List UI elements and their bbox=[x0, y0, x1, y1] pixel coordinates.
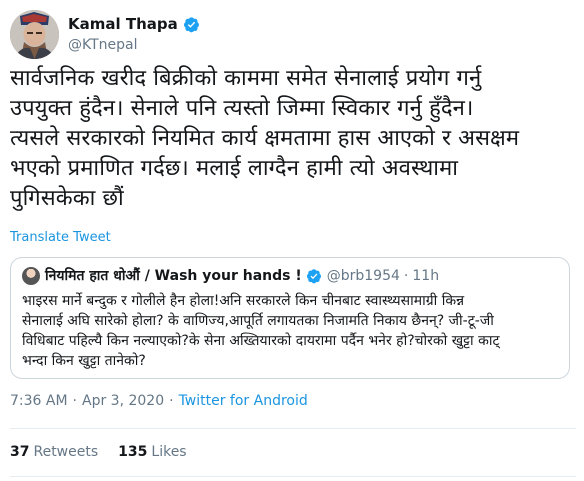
likes-label: Likes bbox=[151, 444, 187, 460]
quoted-author-avatar bbox=[22, 267, 40, 285]
tweet-detail: Kamal Thapa @KTnepal सार्वजनिक खरीद बिक्… bbox=[0, 0, 584, 481]
quoted-author-name: नियमित हात धोऔं / Wash your hands ! bbox=[45, 268, 302, 284]
quoted-author-handle: @brb1954 bbox=[326, 267, 400, 284]
verified-badge-icon bbox=[306, 268, 321, 283]
translate-tweet-link[interactable]: Translate Tweet bbox=[10, 230, 111, 245]
display-name-row: Kamal Thapa bbox=[68, 14, 200, 34]
tweet-time[interactable]: 7:36 AM bbox=[10, 393, 68, 409]
quoted-tweet-header: नियमित हात धोऔं / Wash your hands ! @brb… bbox=[45, 266, 439, 285]
tweet-date[interactable]: Apr 3, 2020 bbox=[82, 393, 164, 409]
author-handle[interactable]: @KTnepal bbox=[68, 37, 200, 53]
tweet-text: सार्वजनिक खरीद बिक्रीको काममा समेत सेनाल… bbox=[10, 66, 520, 211]
divider bbox=[10, 476, 576, 477]
retweets-label: Retweets bbox=[33, 444, 99, 460]
retweets-stat[interactable]: 37 Retweets bbox=[10, 444, 98, 460]
tweet-meta: 7:36 AM · Apr 3, 2020 · Twitter for Andr… bbox=[10, 393, 308, 409]
quoted-tweet[interactable]: नियमित हात धोऔं / Wash your hands ! @brb… bbox=[10, 257, 570, 379]
retweets-count: 37 bbox=[10, 444, 30, 460]
meta-separator: · bbox=[169, 393, 174, 409]
likes-stat[interactable]: 135 Likes bbox=[118, 444, 186, 460]
author-avatar[interactable] bbox=[10, 10, 59, 59]
divider bbox=[10, 428, 576, 429]
author-block: Kamal Thapa @KTnepal bbox=[68, 14, 200, 53]
quoted-timestamp: 11h bbox=[412, 267, 440, 284]
verified-badge-icon bbox=[183, 16, 199, 32]
tweet-source-link[interactable]: Twitter for Android bbox=[179, 393, 308, 409]
quoted-separator: · bbox=[403, 267, 409, 284]
likes-count: 135 bbox=[118, 444, 148, 460]
meta-separator: · bbox=[72, 393, 77, 409]
author-display-name[interactable]: Kamal Thapa bbox=[68, 15, 178, 33]
tweet-stats: 37 Retweets 135 Likes bbox=[10, 444, 207, 460]
quoted-tweet-text: भाइरस मार्ने बन्दुक र गोलीले हैन होला!अन… bbox=[22, 293, 500, 369]
